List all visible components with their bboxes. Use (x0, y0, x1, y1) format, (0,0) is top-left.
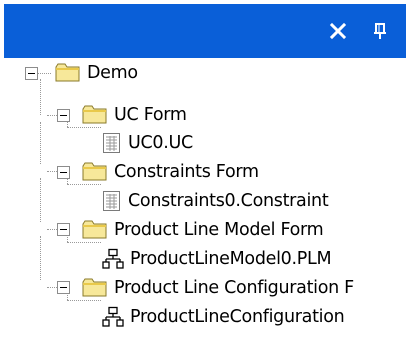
tree-node-label: UC0.UC (128, 133, 193, 153)
tree-node-label: ProductLineModel0.PLM (130, 249, 332, 269)
tree-node-label: Demo (87, 63, 138, 83)
expand-toggle-uc-form[interactable] (57, 109, 70, 122)
document-grid-icon (103, 191, 120, 211)
tree-connector (67, 300, 101, 301)
tree-node-label: Constraints Form (114, 162, 259, 182)
panel-titlebar (4, 4, 406, 58)
folder-icon (55, 63, 80, 82)
tree-connector (67, 242, 101, 243)
hierarchy-icon (102, 306, 124, 327)
document-grid-icon (103, 133, 120, 153)
expand-toggle-demo[interactable] (25, 67, 38, 80)
tree-panel: Demo UC Form UC0.UC Constraints Form Con… (0, 0, 406, 358)
tree-node-label: Constraints0.Constraint (128, 191, 329, 211)
close-button[interactable] (322, 14, 354, 48)
tree-connector (67, 127, 101, 128)
expand-toggle-plm-form[interactable] (57, 223, 70, 236)
hierarchy-icon (102, 248, 124, 269)
folder-icon (82, 220, 107, 239)
project-tree: Demo UC Form UC0.UC Constraints Form Con… (0, 58, 406, 358)
expand-toggle-constraints-form[interactable] (57, 166, 70, 179)
tree-node-label: Product Line Model Form (114, 220, 324, 240)
close-icon (329, 22, 347, 40)
tree-connector (40, 122, 41, 164)
tree-node-label: ProductLineConfiguration (130, 307, 345, 327)
pin-button[interactable] (366, 14, 394, 48)
tree-connector (40, 79, 41, 115)
tree-connector (67, 184, 101, 185)
tree-connector (40, 178, 41, 222)
folder-icon (82, 278, 107, 297)
tree-node-label: UC Form (114, 105, 187, 125)
folder-icon (82, 162, 107, 181)
pin-icon (374, 23, 386, 39)
folder-icon (82, 105, 107, 124)
tree-node-label: Product Line Configuration F (114, 278, 354, 298)
tree-connector (40, 236, 41, 280)
expand-toggle-plc-form[interactable] (57, 281, 70, 294)
